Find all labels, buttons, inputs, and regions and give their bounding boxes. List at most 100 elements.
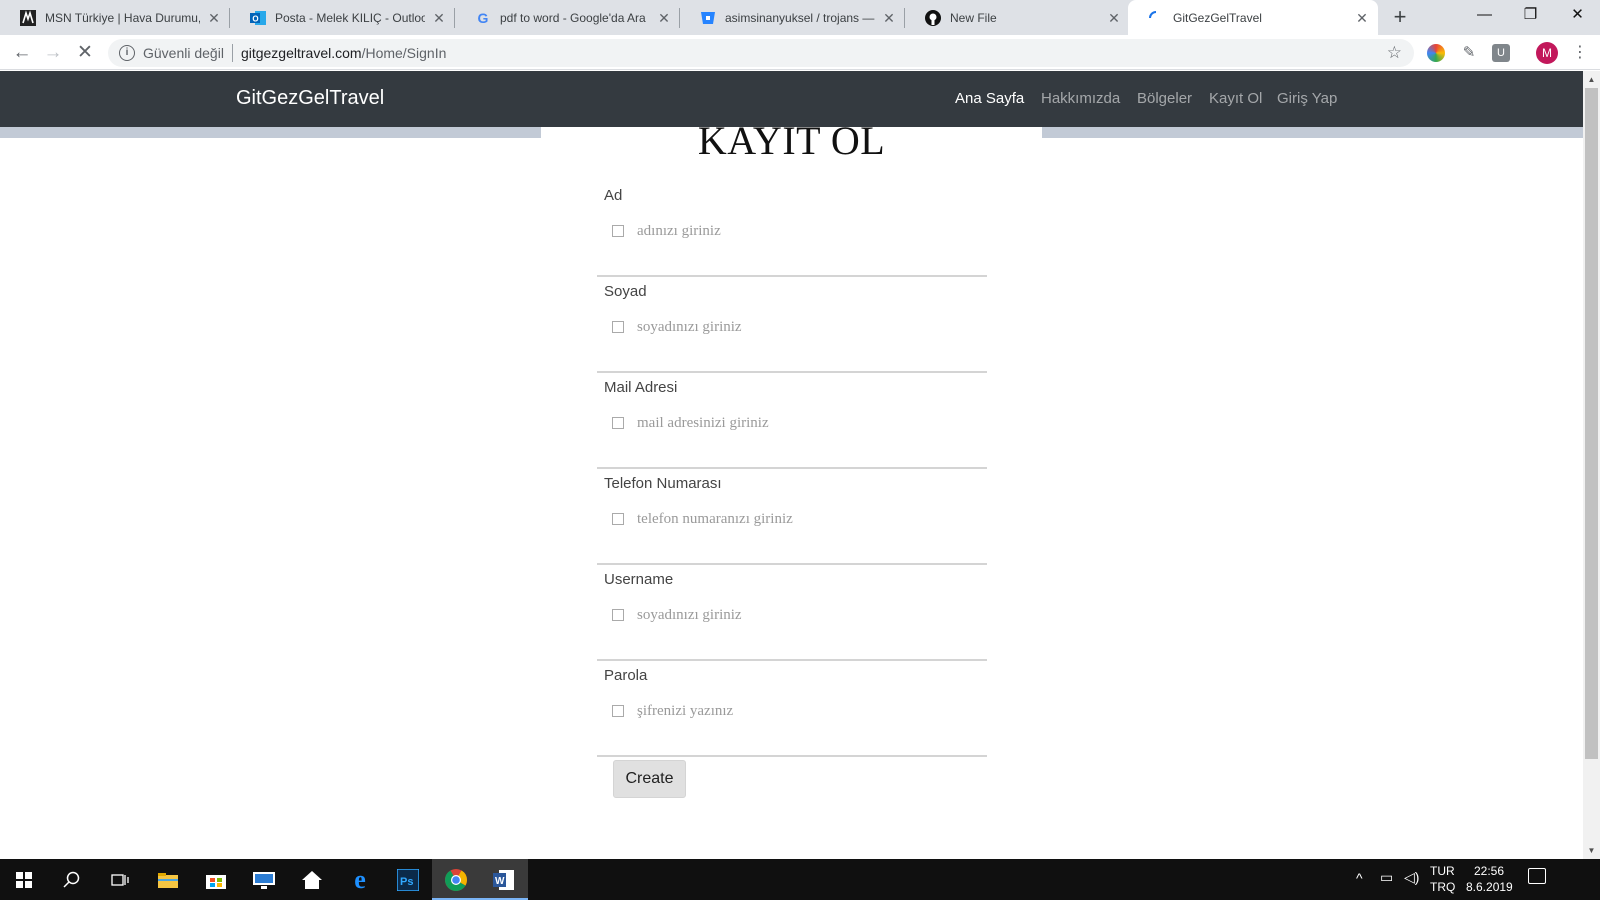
nav-link-hakkimizda[interactable]: Hakkımızda <box>1041 90 1120 107</box>
tab-title: Posta - Melek KILIÇ - Outlook <box>275 10 425 25</box>
address-bar[interactable]: i Güvenli değil gitgezgeltravel.com /Hom… <box>108 39 1414 67</box>
input-checkbox-icon <box>612 609 624 621</box>
close-icon[interactable]: ✕ <box>656 10 672 26</box>
windows-taskbar: e Ps W ^ ▭ ◁) TUR TRQ 22:56 8.6.2019 <box>0 859 1600 900</box>
nav-link-ana-sayfa[interactable]: Ana Sayfa <box>955 90 1024 107</box>
tab-title: asimsinanyuksel / trojans — Bit <box>725 10 875 25</box>
browser-tab-strip: MSN Türkiye | Hava Durumu, S ✕ O Posta -… <box>0 0 1600 35</box>
edge-icon[interactable]: e <box>336 859 384 900</box>
phone-input[interactable] <box>637 507 967 531</box>
close-icon[interactable]: ✕ <box>431 10 447 26</box>
github-icon <box>925 9 941 26</box>
page-viewport: GitGezGelTravel Ana Sayfa Hakkımızda Böl… <box>0 71 1583 859</box>
nav-link-bolgeler[interactable]: Bölgeler <box>1137 90 1192 107</box>
field-label: Username <box>604 571 674 588</box>
close-icon[interactable]: ✕ <box>1354 10 1370 26</box>
field-label: Parola <box>604 667 648 684</box>
nav-link-kayit-ol[interactable]: Kayıt Ol <box>1209 90 1262 107</box>
create-button[interactable]: Create <box>613 760 686 798</box>
input-checkbox-icon <box>612 321 624 333</box>
browser-tab-active[interactable]: GitGezGelTravel ✕ <box>1128 0 1378 35</box>
name-input[interactable] <box>637 219 967 243</box>
volume-icon[interactable]: ◁) <box>1404 869 1419 886</box>
scroll-down-icon[interactable]: ▼ <box>1583 842 1600 859</box>
scroll-up-icon[interactable]: ▲ <box>1583 71 1600 88</box>
bookmark-star-icon[interactable]: ☆ <box>1387 43 1402 63</box>
page-scrollbar[interactable]: ▲ ▼ <box>1583 71 1600 859</box>
field-label: Mail Adresi <box>604 379 678 396</box>
username-input[interactable] <box>637 603 967 627</box>
clock-time[interactable]: 22:56 <box>1474 864 1504 878</box>
form-group-telefon: Telefon Numarası <box>597 471 987 565</box>
new-tab-button[interactable]: + <box>1388 6 1412 30</box>
network-icon[interactable]: ▭ <box>1380 869 1393 886</box>
form-group-soyad: Soyad <box>597 279 987 373</box>
browser-tab[interactable]: MSN Türkiye | Hava Durumu, S ✕ <box>0 0 230 35</box>
security-label: Güvenli değil <box>143 45 224 61</box>
keyboard-indicator[interactable]: TRQ <box>1430 880 1455 894</box>
outlook-icon: O <box>250 10 266 26</box>
remote-desktop-icon[interactable] <box>240 859 288 900</box>
browser-tab[interactable]: asimsinanyuksel / trojans — Bit ✕ <box>680 0 905 35</box>
site-brand[interactable]: GitGezGelTravel <box>236 87 384 110</box>
action-center-icon[interactable] <box>1528 868 1546 884</box>
scrollbar-thumb[interactable] <box>1585 88 1598 759</box>
close-window-icon[interactable]: ✕ <box>1555 0 1600 30</box>
forward-icon[interactable]: → <box>40 40 66 66</box>
info-icon[interactable]: i <box>119 45 135 61</box>
close-icon[interactable]: ✕ <box>881 10 897 26</box>
tab-title: pdf to word - Google'da Ara <box>500 10 646 25</box>
profile-avatar[interactable]: M <box>1536 42 1558 64</box>
close-icon[interactable]: ✕ <box>1106 10 1122 26</box>
svg-text:W: W <box>495 876 505 887</box>
close-icon[interactable]: ✕ <box>206 10 222 26</box>
page-title: KAYIT OL <box>697 118 886 163</box>
stop-loading-icon[interactable]: ✕ <box>72 40 98 66</box>
task-view-icon[interactable] <box>96 859 144 900</box>
tab-title: New File <box>950 10 997 25</box>
language-indicator[interactable]: TUR <box>1430 864 1455 878</box>
extension-icon[interactable] <box>1427 44 1445 62</box>
input-checkbox-icon <box>612 417 624 429</box>
bitbucket-icon <box>700 10 716 26</box>
url-host: gitgezgeltravel.com <box>240 45 362 61</box>
nav-link-giris-yap[interactable]: Giriş Yap <box>1277 90 1337 107</box>
home-icon[interactable] <box>288 859 336 900</box>
word-icon[interactable]: W <box>480 859 528 900</box>
browser-menu-icon[interactable]: ⋮ <box>1572 42 1588 64</box>
restore-icon[interactable]: ❐ <box>1508 0 1553 30</box>
chevron-up-icon[interactable]: ^ <box>1356 870 1363 886</box>
browser-toolbar: ← → ✕ i Güvenli değil gitgezgeltravel.co… <box>0 35 1600 70</box>
tab-title: GitGezGelTravel <box>1173 10 1262 25</box>
msn-icon <box>20 9 36 26</box>
chrome-icon[interactable] <box>432 859 480 900</box>
form-group-parola: Parola <box>597 663 987 757</box>
input-checkbox-icon <box>612 225 624 237</box>
svg-text:Ps: Ps <box>400 876 413 888</box>
clock-date[interactable]: 8.6.2019 <box>1466 880 1513 894</box>
form-group-mail: Mail Adresi <box>597 375 987 469</box>
field-label: Ad <box>604 187 623 204</box>
file-explorer-icon[interactable] <box>144 859 192 900</box>
extension-u-icon[interactable]: U <box>1492 44 1510 62</box>
browser-tab[interactable]: G pdf to word - Google'da Ara ✕ <box>455 0 680 35</box>
loading-icon <box>1148 10 1164 26</box>
password-input[interactable] <box>637 699 967 723</box>
browser-tab[interactable]: O Posta - Melek KILIÇ - Outlook ✕ <box>230 0 455 35</box>
surname-input[interactable] <box>637 315 967 339</box>
minimize-icon[interactable]: — <box>1462 0 1507 30</box>
input-checkbox-icon <box>612 705 624 717</box>
back-icon[interactable]: ← <box>9 40 35 66</box>
tab-title: MSN Türkiye | Hava Durumu, S <box>45 10 200 25</box>
photoshop-icon[interactable]: Ps <box>384 859 432 900</box>
field-label: Soyad <box>604 283 647 300</box>
browser-tab[interactable]: New File ✕ <box>905 0 1130 35</box>
url-path: /Home/SignIn <box>361 45 447 61</box>
eyedropper-icon[interactable]: ✎ <box>1460 44 1478 62</box>
form-group-ad: Ad <box>597 183 987 277</box>
email-input[interactable] <box>637 411 967 435</box>
form-group-username: Username <box>597 567 987 661</box>
store-icon[interactable] <box>192 859 240 900</box>
search-icon[interactable] <box>48 859 96 900</box>
windows-start-icon[interactable] <box>0 859 48 900</box>
